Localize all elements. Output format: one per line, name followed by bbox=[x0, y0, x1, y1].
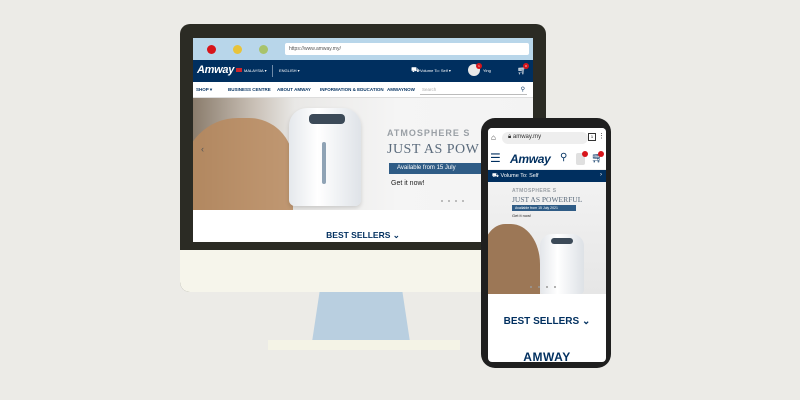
pager-dot[interactable] bbox=[448, 200, 450, 202]
purifier-panel bbox=[309, 114, 345, 124]
mobile-avatar-badge bbox=[582, 151, 588, 157]
mobile-browser-bar: ⌂ 🔒︎ amway.my 1 ⋮ bbox=[488, 128, 606, 148]
menu-icon[interactable]: ☰ bbox=[490, 151, 501, 165]
mobile-search-icon[interactable]: ⚲ bbox=[560, 152, 567, 163]
hero-cta[interactable]: Get it now! bbox=[391, 180, 424, 187]
chevron-left-icon[interactable]: ‹ bbox=[201, 144, 204, 154]
header-divider bbox=[272, 65, 273, 77]
pager-dot[interactable] bbox=[546, 286, 548, 288]
tab-count-button[interactable]: 1 bbox=[588, 133, 596, 141]
mobile-hero-availability: Available from 15 July 2021 bbox=[512, 205, 576, 211]
kebab-icon[interactable]: ⋮ bbox=[598, 132, 605, 140]
avatar-badge: 1 bbox=[476, 63, 482, 69]
close-window-button[interactable] bbox=[207, 45, 216, 54]
mobile-site-header: ☰ Amway ⚲ 🛒︎ bbox=[488, 148, 606, 170]
mobile-hero-person bbox=[488, 224, 540, 294]
search-input[interactable]: Search ⚲ bbox=[420, 85, 527, 95]
mobile-volume-bar[interactable]: ⛟ Volume To: Self › bbox=[488, 170, 606, 182]
volume-selector[interactable]: Volume To: Self ▾ bbox=[420, 68, 451, 73]
mobile-hero-banner[interactable]: ATMOSPHERE S JUST AS POWERFUL Available … bbox=[488, 182, 606, 294]
purifier-slot bbox=[322, 142, 326, 184]
carousel-pager bbox=[441, 200, 464, 202]
address-bar[interactable]: https://www.amway.my/ bbox=[285, 43, 529, 55]
search-icon[interactable]: ⚲ bbox=[521, 86, 525, 93]
hero-title: ATMOSPHERE S bbox=[387, 128, 471, 138]
language-selector[interactable]: ENGLISH ▾ bbox=[279, 68, 300, 73]
monitor-stand bbox=[312, 290, 410, 342]
pager-dot[interactable] bbox=[538, 286, 540, 288]
nav-information-education[interactable]: INFORMATION & EDUCATION bbox=[320, 87, 384, 92]
phone-screen: ⌂ 🔒︎ amway.my 1 ⋮ ☰ Amway ⚲ 🛒︎ ⛟ Volume … bbox=[488, 128, 606, 362]
mobile-purifier-panel bbox=[551, 238, 573, 244]
lock-icon: 🔒︎ bbox=[508, 134, 512, 140]
minimize-window-button[interactable] bbox=[233, 45, 242, 54]
mobile-volume-label: Volume To: Self bbox=[500, 173, 539, 179]
mobile-url-text: amway.my bbox=[512, 134, 542, 140]
mobile-cart-badge bbox=[598, 151, 604, 157]
mobile-best-sellers-heading[interactable]: BEST SELLERS ⌄ bbox=[488, 316, 606, 327]
search-placeholder: Search bbox=[422, 87, 437, 92]
mobile-hero-subtitle: JUST AS POWERFUL bbox=[512, 195, 583, 204]
main-nav: SHOP ▾ BUSINESS CENTRE ABOUT AMWAY INFOR… bbox=[193, 82, 533, 98]
mobile-amway-logo[interactable]: Amway bbox=[510, 152, 551, 166]
cart-badge: 0 bbox=[523, 63, 529, 69]
amway-logo[interactable]: Amway bbox=[197, 64, 234, 76]
pager-dot[interactable] bbox=[455, 200, 457, 202]
nav-business-centre[interactable]: BUSINESS CENTRE bbox=[228, 87, 271, 92]
malaysia-flag-icon bbox=[236, 68, 242, 72]
nav-about-amway[interactable]: ABOUT AMWAY bbox=[277, 87, 311, 92]
browser-toolbar: https://www.amway.my/ bbox=[193, 38, 533, 60]
maximize-window-button[interactable] bbox=[259, 45, 268, 54]
home-icon[interactable]: ⌂ bbox=[491, 133, 496, 142]
pager-dot[interactable] bbox=[462, 200, 464, 202]
monitor-base bbox=[268, 340, 460, 350]
mobile-hero-title: ATMOSPHERE S bbox=[512, 188, 557, 194]
hero-subtitle: JUST AS POW bbox=[387, 142, 480, 157]
mobile-address-bar[interactable]: 🔒︎ amway.my bbox=[502, 132, 588, 144]
mobile-purifier-image bbox=[540, 234, 584, 294]
mobile-footer-logo: AMWAY bbox=[523, 350, 571, 362]
nav-amwaynow[interactable]: AMWAYNOW bbox=[387, 87, 415, 92]
user-name[interactable]: Ying bbox=[483, 68, 491, 73]
truck-icon: ⛟ bbox=[411, 67, 420, 74]
chevron-right-icon[interactable]: › bbox=[600, 172, 602, 178]
pager-dot[interactable] bbox=[530, 286, 532, 288]
mobile-hero-cta[interactable]: Get it now! bbox=[512, 213, 531, 218]
air-purifier-image bbox=[289, 108, 361, 206]
pager-dot[interactable] bbox=[554, 286, 556, 288]
country-selector[interactable]: MALAYSIA ▾ bbox=[244, 68, 267, 73]
site-header: Amway MALAYSIA ▾ ENGLISH ▾ ⛟ Volume To: … bbox=[193, 60, 533, 82]
mobile-carousel-pager bbox=[530, 286, 556, 288]
pager-dot[interactable] bbox=[441, 200, 443, 202]
hero-person-image bbox=[193, 118, 293, 210]
nav-shop[interactable]: SHOP ▾ bbox=[196, 87, 212, 93]
